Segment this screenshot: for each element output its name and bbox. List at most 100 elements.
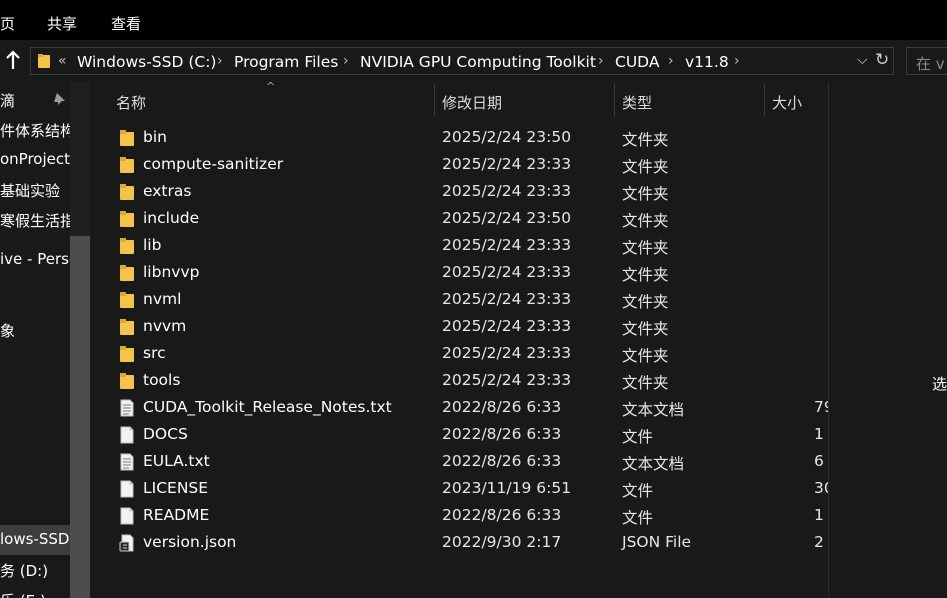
file-row[interactable]: src 2025/2/24 23:33 文件夹 — [92, 340, 828, 367]
file-modified-date: 2025/2/24 23:33 — [442, 263, 572, 281]
file-modified-date: 2023/11/19 6:51 — [442, 479, 572, 497]
navigation-pane: 滴 件体系结构 onProject 基础实验 寒假生活指导 ive - Pers… — [0, 82, 90, 598]
chevron-down-icon[interactable]: ⌵ — [857, 52, 868, 68]
breadcrumb-separator[interactable]: › — [734, 53, 740, 69]
text-file-icon — [119, 453, 135, 471]
sort-ascending-icon: ^ — [266, 82, 276, 93]
breadcrumb-separator[interactable]: › — [668, 53, 674, 69]
file-row[interactable]: lib 2025/2/24 23:33 文件夹 — [92, 232, 828, 259]
file-modified-date: 2022/9/30 2:17 — [442, 533, 562, 551]
folder-icon — [119, 345, 135, 363]
file-name: extras — [143, 182, 192, 200]
file-modified-date: 2025/2/24 23:33 — [442, 344, 572, 362]
column-divider[interactable] — [614, 84, 615, 116]
file-size: 2 — [814, 533, 824, 551]
file-row[interactable]: nvml 2025/2/24 23:33 文件夹 — [92, 286, 828, 313]
file-icon — [119, 426, 135, 444]
nav-item-1[interactable]: 件体系结构 — [0, 120, 75, 141]
column-header-size[interactable]: 大小 — [772, 92, 802, 113]
file-type: 文件夹 — [622, 266, 669, 284]
file-size: 79 — [814, 398, 828, 416]
file-type: 文本文档 — [622, 401, 685, 419]
file-modified-date: 2022/8/26 6:33 — [442, 425, 562, 443]
folder-icon — [119, 372, 135, 390]
file-row[interactable]: include 2025/2/24 23:50 文件夹 — [92, 205, 828, 232]
nav-item-2[interactable]: onProject — [0, 150, 70, 168]
nav-item-drive-e[interactable]: 乐 (E:) — [0, 590, 46, 598]
nav-item-3[interactable]: 基础实验 — [0, 180, 60, 201]
folder-icon — [38, 54, 50, 68]
file-row[interactable]: bin 2025/2/24 23:50 文件夹 — [92, 124, 828, 151]
tab-home[interactable]: 页 — [0, 13, 15, 34]
breadcrumb-cuda[interactable]: CUDA — [615, 53, 659, 71]
file-name: compute-sanitizer — [143, 155, 284, 173]
file-type: 文件 — [622, 428, 654, 446]
file-name: lib — [143, 236, 162, 254]
breadcrumb-drive[interactable]: Windows-SSD (C:) — [77, 53, 216, 71]
file-row[interactable]: compute-sanitizer 2025/2/24 23:33 文件夹 — [92, 151, 828, 178]
nav-item-3d-objects[interactable]: 象 — [0, 320, 15, 341]
column-header-name[interactable]: 名称 — [116, 92, 146, 113]
breadcrumb-separator[interactable]: › — [343, 53, 349, 69]
pin-icon[interactable] — [52, 92, 66, 106]
file-name: version.json — [143, 533, 237, 551]
file-type: 文件夹 — [622, 212, 669, 230]
file-row[interactable]: DOCS 2022/8/26 6:33 文件 1 — [92, 421, 828, 448]
column-header-type[interactable]: 类型 — [622, 92, 652, 113]
file-size: 30 — [814, 479, 828, 497]
file-modified-date: 2025/2/24 23:50 — [442, 128, 572, 146]
preview-message: 选 — [932, 375, 947, 393]
file-modified-date: 2025/2/24 23:33 — [442, 236, 572, 254]
file-modified-date: 2025/2/24 23:33 — [442, 182, 572, 200]
file-modified-date: 2022/8/26 6:33 — [442, 452, 562, 470]
address-bar[interactable]: « Windows-SSD (C:) › Program Files › NVI… — [30, 47, 894, 75]
overflow-chevron-icon[interactable]: « — [58, 53, 67, 69]
file-list: ^ 名称 修改日期 类型 大小 bin 2025/2/24 23:50 文件夹 com… — [92, 82, 828, 598]
file-modified-date: 2025/2/24 23:50 — [442, 209, 572, 227]
tab-share[interactable]: 共享 — [47, 13, 77, 34]
breadcrumb-nvidia[interactable]: NVIDIA GPU Computing Toolkit — [360, 53, 596, 71]
file-name: nvvm — [143, 317, 187, 335]
breadcrumb-version[interactable]: v11.8 — [685, 53, 729, 71]
file-name: nvml — [143, 290, 182, 308]
text-file-icon — [119, 399, 135, 417]
ribbon: 页 共享 查看 — [0, 0, 947, 40]
file-size: 1 — [814, 506, 824, 524]
nav-item-quick-access[interactable]: 滴 — [0, 90, 15, 111]
file-name: tools — [143, 371, 181, 389]
folder-icon — [119, 237, 135, 255]
file-modified-date: 2025/2/24 23:33 — [442, 290, 572, 308]
file-row[interactable]: libnvvp 2025/2/24 23:33 文件夹 — [92, 259, 828, 286]
nav-scrollbar-thumb[interactable] — [70, 236, 90, 598]
file-row[interactable]: tools 2025/2/24 23:33 文件夹 — [92, 367, 828, 394]
file-size: 1 — [814, 425, 824, 443]
column-header-date[interactable]: 修改日期 — [442, 92, 502, 113]
file-row[interactable]: EULA.txt 2022/8/26 6:33 文本文档 6 — [92, 448, 828, 475]
column-divider[interactable] — [434, 84, 435, 116]
file-type: 文件夹 — [622, 239, 669, 257]
up-arrow-icon[interactable] — [5, 50, 21, 70]
file-type: 文件 — [622, 509, 654, 527]
file-type: 文件夹 — [622, 158, 669, 176]
file-row[interactable]: nvvm 2025/2/24 23:33 文件夹 — [92, 313, 828, 340]
file-row[interactable]: version.json 2022/9/30 2:17 JSON File 2 — [92, 529, 828, 556]
tab-view[interactable]: 查看 — [111, 13, 141, 34]
folder-icon — [119, 264, 135, 282]
nav-item-drive-d[interactable]: 务 (D:) — [0, 560, 48, 581]
file-type: 文件夹 — [622, 374, 669, 392]
search-placeholder[interactable]: 在 v — [916, 53, 945, 74]
refresh-icon[interactable]: ↻ — [875, 50, 889, 70]
search-box[interactable]: 在 v — [906, 47, 947, 75]
breadcrumb-separator[interactable]: › — [217, 53, 223, 69]
breadcrumb-program-files[interactable]: Program Files — [234, 53, 338, 71]
file-name: libnvvp — [143, 263, 200, 281]
file-row[interactable]: CUDA_Toolkit_Release_Notes.txt 2022/8/26 … — [92, 394, 828, 421]
file-type: 文件夹 — [622, 347, 669, 365]
folder-icon — [119, 183, 135, 201]
file-row[interactable]: README 2022/8/26 6:33 文件 1 — [92, 502, 828, 529]
file-name: DOCS — [143, 425, 188, 443]
breadcrumb-separator[interactable]: › — [598, 53, 604, 69]
file-row[interactable]: LICENSE 2023/11/19 6:51 文件 30 — [92, 475, 828, 502]
column-divider[interactable] — [764, 84, 765, 116]
file-row[interactable]: extras 2025/2/24 23:33 文件夹 — [92, 178, 828, 205]
